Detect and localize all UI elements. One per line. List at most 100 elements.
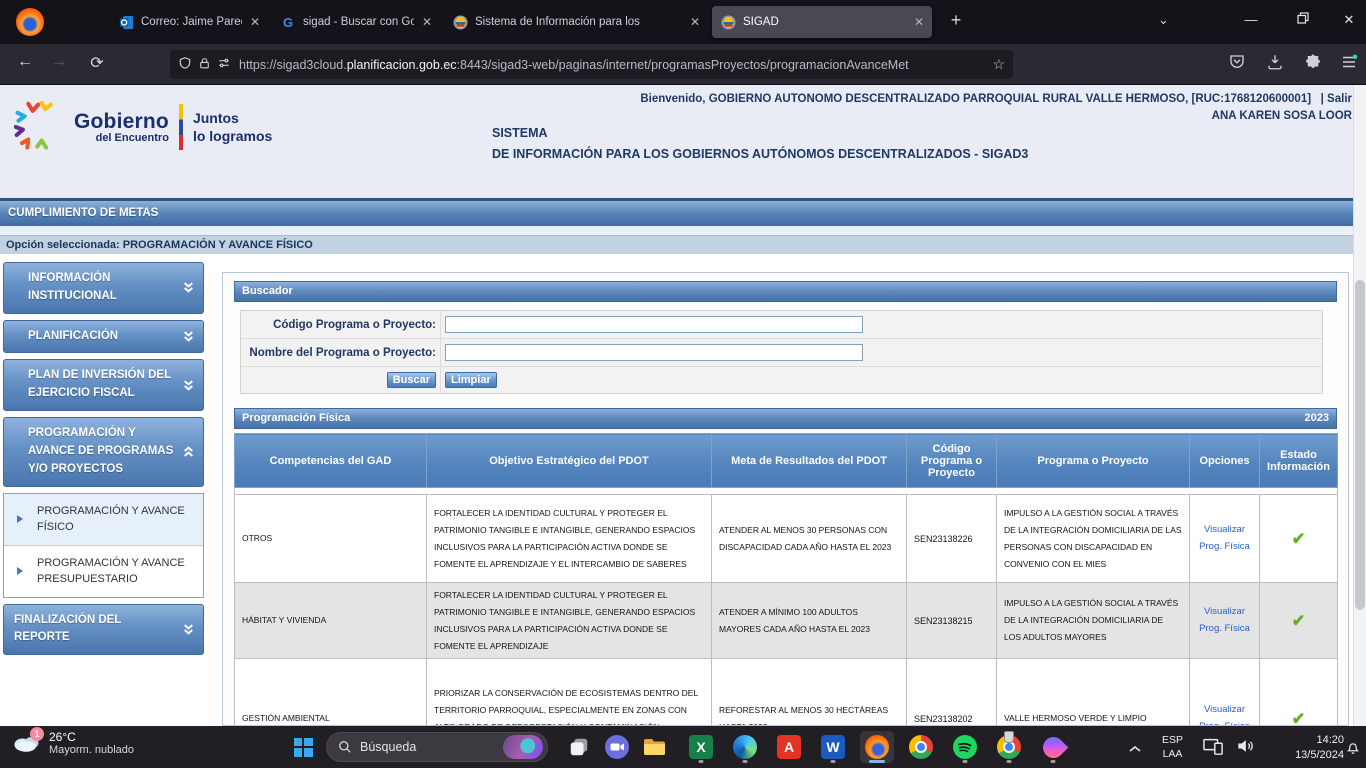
browser-tab-sigad-active[interactable]: SIGAD ✕ (712, 6, 932, 38)
taskbar-weather-widget[interactable]: 1 26°C Mayorm. nublado (10, 730, 134, 756)
new-tab-button[interactable]: + (944, 10, 968, 31)
menu-bar-cumplimiento[interactable]: CUMPLIMIENTO DE METAS (0, 198, 1366, 226)
tab-close-icon[interactable]: ✕ (690, 15, 700, 29)
visualizar-prog-fisica-link[interactable]: Visualizar Prog. Física (1197, 604, 1252, 636)
col-estado: Estado Información (1260, 434, 1338, 488)
welcome-block: Bienvenido, GOBIERNO AUTONOMO DESCENTRAL… (640, 91, 1352, 126)
taskbar-search-box[interactable]: Búsqueda (326, 732, 548, 762)
tray-show-hidden-icons-button[interactable] (1128, 740, 1142, 758)
sidebar-item-programacion-avance[interactable]: PROGRAMACIÓN Y AVANCE DE PROGRAMAS Y/O P… (3, 417, 204, 486)
tray-clock[interactable]: 14:20 13/5/2024 (1272, 733, 1344, 763)
sidebar-item-informacion-institucional[interactable]: INFORMACIÓN INSTITUCIONAL (3, 262, 204, 314)
menu-hamburger-icon[interactable] (1340, 53, 1358, 76)
lock-icon[interactable] (198, 57, 211, 73)
cast-screen-icon (1202, 736, 1224, 756)
shield-icon[interactable] (178, 56, 192, 73)
table-row: OTROS FORTALECER LA IDENTIDAD CULTURAL Y… (235, 495, 1338, 583)
header-divider-strip (235, 488, 1338, 495)
limpiar-button[interactable]: Limpiar (445, 372, 497, 388)
acrobat-app-button[interactable]: A (772, 731, 806, 763)
chrome-app-button[interactable] (904, 731, 938, 763)
browser-toolbar: ← → ⟳ https://sigad3cloud.planificacion.… (0, 44, 1366, 85)
browser-tab-google[interactable]: G sigad - Buscar con Google ✕ (272, 6, 440, 38)
tab-title: Correo: Jaime Paredes - Outlook (141, 16, 242, 28)
code-field-label: Código Programa o Proyecto: (241, 311, 441, 338)
tray-time: 14:20 (1272, 733, 1344, 748)
sidebar-item-planificacion[interactable]: PLANIFICACIÓN (3, 320, 204, 354)
chrome-profile-app-button[interactable] (992, 731, 1026, 763)
col-competencias: Competencias del GAD (235, 434, 427, 488)
tray-volume-button[interactable] (1234, 736, 1256, 761)
table-panel-header: Programación Física 2023 (234, 408, 1337, 429)
spotify-app-button[interactable] (948, 731, 982, 763)
buscar-button[interactable]: Buscar (387, 372, 436, 388)
word-app-button[interactable]: W (816, 731, 850, 763)
submenu-item-avance-presupuestario[interactable]: PROGRAMACIÓN Y AVANCE PRESUPUESTARIO (4, 546, 203, 597)
sidebar-item-plan-inversion[interactable]: PLAN DE INVERSIÓN DEL EJERCICIO FISCAL (3, 359, 204, 411)
chevron-double-down-icon (182, 379, 195, 392)
logo-chevrons-icon (14, 99, 64, 155)
gobierno-logo: Gobierno del Encuentro Juntos lo logramo… (14, 99, 272, 155)
search-icon (338, 740, 352, 754)
search-panel-header: Buscador (234, 281, 1337, 302)
submenu-item-avance-fisico[interactable]: PROGRAMACIÓN Y AVANCE FÍSICO (4, 494, 203, 546)
task-view-button[interactable] (562, 731, 596, 763)
speaker-icon (1234, 736, 1256, 756)
list-tabs-chevron-icon[interactable]: ⌄ (1158, 12, 1169, 28)
col-codigo: Código Programa o Proyecto (907, 434, 997, 488)
windows-logo-icon (294, 738, 313, 757)
gradient-drop-app-button[interactable] (1036, 731, 1070, 763)
file-explorer-button[interactable] (638, 731, 672, 763)
forward-button[interactable]: → (46, 53, 72, 71)
tray-date: 13/5/2024 (1272, 748, 1344, 763)
excel-app-button[interactable]: X (684, 731, 718, 763)
reload-button[interactable]: ⟳ (84, 53, 110, 73)
visualizar-prog-fisica-link[interactable]: Visualizar Prog. Física (1197, 522, 1252, 554)
menu-bar-divider (0, 226, 1366, 236)
green-check-icon (1291, 716, 1305, 726)
edge-app-button[interactable] (728, 731, 762, 763)
tab-close-icon[interactable]: ✕ (250, 15, 260, 29)
window-close-button[interactable]: ✕ (1334, 12, 1364, 28)
downloads-icon[interactable] (1266, 53, 1284, 76)
pocket-icon[interactable] (1228, 53, 1246, 76)
logout-link[interactable]: | Salir (1321, 93, 1352, 105)
code-input[interactable] (445, 316, 863, 333)
tab-close-icon[interactable]: ✕ (914, 15, 924, 29)
extensions-puzzle-icon[interactable] (1304, 53, 1322, 76)
scrollbar-thumb[interactable] (1355, 280, 1365, 610)
excel-icon: X (689, 735, 713, 759)
windows-taskbar: 1 26°C Mayorm. nublado Búsqueda X A W (0, 726, 1366, 768)
url-bar[interactable]: https://sigad3cloud.planificacion.gob.ec… (170, 50, 1013, 79)
emblem-icon (452, 14, 468, 30)
start-button[interactable] (286, 731, 320, 763)
firefox-logo-icon[interactable] (16, 8, 44, 36)
bookmark-star-icon[interactable]: ☆ (992, 56, 1005, 73)
permissions-icon[interactable] (217, 56, 231, 73)
task-view-icon (568, 736, 590, 758)
table-header-row: Competencias del GAD Objetivo Estratégic… (235, 434, 1338, 488)
tray-language-indicator[interactable]: ESP LAA (1162, 734, 1183, 761)
chevron-double-down-icon (182, 330, 195, 343)
window-restore-button[interactable] (1288, 12, 1318, 27)
vertical-scrollbar[interactable] (1353, 85, 1366, 726)
chrome-icon (909, 735, 933, 759)
back-button[interactable]: ← (12, 53, 38, 71)
tray-notifications-button[interactable] (1344, 737, 1362, 762)
search-highlight-image[interactable] (503, 735, 543, 759)
tab-close-icon[interactable]: ✕ (422, 15, 432, 29)
name-input[interactable] (445, 344, 863, 361)
google-icon: G (280, 14, 296, 30)
tray-cast-button[interactable] (1202, 736, 1224, 761)
sidebar-item-finalizacion-reporte[interactable]: FINALIZACIÓN DEL REPORTE (3, 604, 204, 656)
table-row: HÁBITAT Y VIVIENDA FORTALECER LA IDENTID… (235, 583, 1338, 659)
chevron-up-icon (1128, 745, 1142, 753)
visualizar-prog-fisica-link[interactable]: Visualizar Prog. Física (1197, 702, 1252, 726)
main-content-panel: Buscador Código Programa o Proyecto: Nom… (222, 272, 1349, 726)
green-check-icon (1291, 536, 1305, 546)
browser-tab-sigad-info[interactable]: Sistema de Información para los ✕ (444, 6, 708, 38)
window-minimize-button[interactable]: — (1236, 12, 1266, 27)
browser-tab-outlook[interactable]: Correo: Jaime Paredes - Outlook ✕ (110, 6, 268, 38)
chat-button[interactable] (600, 731, 634, 763)
firefox-app-button[interactable] (860, 731, 894, 763)
